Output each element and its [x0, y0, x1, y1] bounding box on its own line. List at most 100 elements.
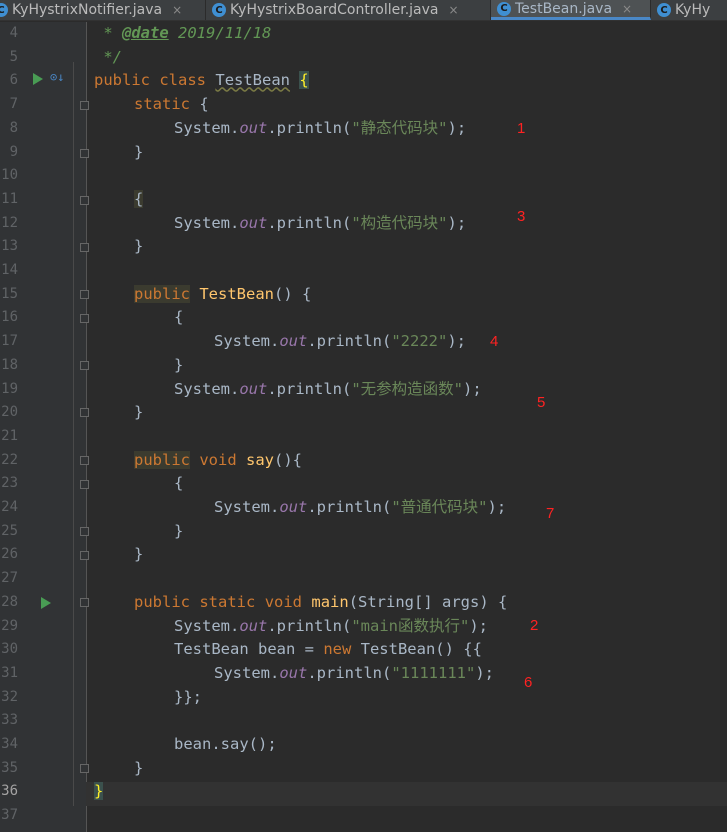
- fold-marker[interactable]: [80, 243, 89, 252]
- code-token: );: [447, 213, 467, 232]
- string-literal: "1111111": [391, 663, 476, 682]
- brace: }: [134, 403, 144, 422]
- fold-marker[interactable]: [80, 101, 89, 110]
- code-line-15: public TestBean() {: [134, 283, 311, 307]
- code-line-12: System.out.println("构造代码块");: [174, 212, 466, 236]
- doc-tag: @date: [122, 24, 169, 42]
- doc-comment: *: [94, 24, 122, 42]
- class-name: TestBean: [215, 71, 291, 90]
- line-number: 21: [1, 427, 18, 444]
- code-token: bean.say();: [174, 735, 277, 753]
- keyword: static: [199, 592, 256, 611]
- tab-label: KyHystrixBoardController.java: [230, 2, 439, 18]
- code-token: );: [447, 332, 466, 351]
- code-token: System.: [214, 332, 280, 351]
- fold-marker[interactable]: [80, 196, 89, 205]
- tab-kyhystrixboardcontroller[interactable]: C KyHystrixBoardController.java ×: [206, 0, 491, 20]
- field-out: out: [279, 332, 308, 351]
- keyword: public: [134, 284, 190, 303]
- code-line-5: */: [94, 46, 122, 70]
- code-line-18: }: [174, 354, 183, 378]
- fold-guide: [73, 62, 74, 806]
- code-line-35: }: [134, 757, 143, 781]
- fold-marker[interactable]: [80, 314, 89, 323]
- order-annotation: 7: [546, 505, 555, 522]
- line-number: 29: [1, 617, 18, 634]
- order-annotation: 6: [524, 674, 533, 691]
- field-out: out: [279, 498, 308, 516]
- line-number: 30: [1, 641, 18, 658]
- keyword: static: [134, 95, 190, 114]
- close-icon[interactable]: ×: [172, 3, 182, 17]
- code-line-19: System.out.println("无参构造函数");: [174, 378, 482, 402]
- line-number: 25: [1, 522, 18, 539]
- line-number: 4: [9, 25, 18, 41]
- run-main-icon[interactable]: [41, 597, 51, 609]
- code-token: System.: [174, 118, 240, 137]
- method-name: say: [246, 450, 275, 469]
- code-token: .println(: [267, 379, 352, 398]
- fold-marker[interactable]: [80, 527, 89, 536]
- close-icon[interactable]: ×: [448, 3, 458, 17]
- code-token: System.: [214, 498, 280, 516]
- line-number: 11: [1, 190, 18, 207]
- code-line-25: }: [174, 520, 183, 544]
- code-line-11: {: [134, 188, 144, 212]
- close-icon[interactable]: ×: [622, 2, 632, 16]
- field-out: out: [239, 379, 268, 398]
- code-token: TestBean bean =: [174, 640, 324, 659]
- tab-kyhy[interactable]: C KyHy: [651, 0, 727, 20]
- code-line-36: }: [94, 780, 104, 804]
- code-token: );: [469, 616, 488, 635]
- brace: {: [299, 71, 309, 90]
- fold-marker[interactable]: [80, 361, 89, 370]
- brace: {: [174, 474, 184, 493]
- order-annotation: 2: [530, 617, 539, 634]
- brace: {: [134, 189, 144, 208]
- line-number: 22: [1, 451, 18, 468]
- code-token: .println(: [267, 616, 352, 635]
- fold-marker[interactable]: [80, 551, 89, 560]
- line-number: 36: [1, 783, 18, 800]
- doc-comment: */: [94, 47, 122, 66]
- fold-marker[interactable]: [80, 290, 89, 299]
- field-out: out: [239, 616, 268, 635]
- code-token: (String[] args) {: [348, 592, 508, 611]
- fold-marker[interactable]: [80, 149, 89, 158]
- code-line-13: }: [134, 235, 143, 259]
- code-line-17: System.out.println("2222");: [214, 330, 466, 354]
- line-number: 37: [1, 807, 18, 824]
- code-token: (){: [274, 450, 303, 469]
- fold-marker[interactable]: [80, 480, 89, 489]
- fold-marker[interactable]: [80, 598, 89, 607]
- code-line-24: System.out.println("普通代码块");: [214, 496, 506, 520]
- brace: }: [134, 142, 144, 161]
- line-number: 23: [1, 475, 18, 492]
- order-annotation: 1: [517, 120, 526, 137]
- keyword: public: [134, 450, 190, 469]
- tab-testbean[interactable]: C TestBean.java ×: [491, 0, 651, 20]
- line-number: 18: [1, 356, 18, 373]
- implemented-marker-icon[interactable]: ⊙↓: [50, 70, 64, 84]
- tab-kyhystrixnotifier[interactable]: C KyHystrixNotifier.java ×: [0, 0, 206, 20]
- java-class-icon: C: [212, 3, 226, 17]
- string-literal: "静态代码块": [351, 118, 448, 137]
- string-literal: "无参构造函数": [351, 379, 463, 398]
- code-line-30: TestBean bean = new TestBean() {{: [174, 638, 482, 662]
- keyword: new: [323, 640, 352, 659]
- tab-label: KyHy: [675, 2, 711, 18]
- fold-marker[interactable]: [80, 456, 89, 465]
- code-line-28: public static void main(String[] args) {: [134, 591, 507, 615]
- current-line-highlight: [86, 782, 727, 806]
- line-number: 8: [9, 119, 18, 136]
- line-number: 34: [1, 736, 18, 752]
- line-number: 32: [1, 688, 18, 705]
- run-class-icon[interactable]: [33, 73, 43, 85]
- fold-marker[interactable]: [80, 408, 89, 417]
- fold-marker[interactable]: [80, 764, 89, 773]
- code-line-26: }: [134, 543, 143, 567]
- brace: {: [199, 95, 209, 114]
- code-line-6: public class TestBean {: [94, 69, 309, 93]
- order-annotation: 5: [537, 394, 546, 411]
- code-token: TestBean() {{: [351, 640, 482, 659]
